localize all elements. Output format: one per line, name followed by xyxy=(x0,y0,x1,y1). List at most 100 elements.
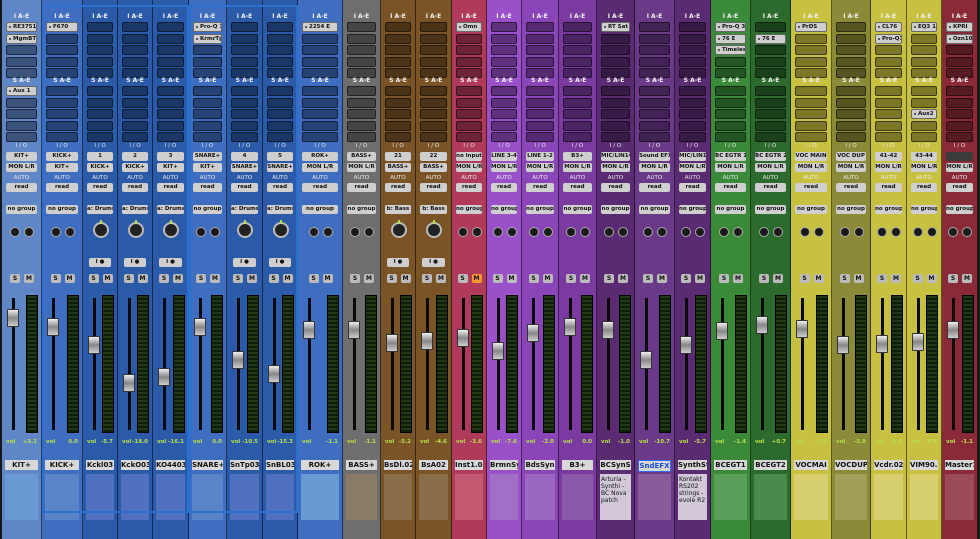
output-selector[interactable]: KIT+ xyxy=(157,163,184,172)
send-slot[interactable] xyxy=(755,86,786,96)
mute-button[interactable]: M xyxy=(891,274,901,283)
automation-mode[interactable]: read xyxy=(679,183,706,192)
pan-knob-right[interactable] xyxy=(657,227,667,237)
track-name[interactable]: BdsSyn xyxy=(525,460,555,470)
insert-slot[interactable] xyxy=(267,45,293,55)
group-selector[interactable]: no group xyxy=(347,205,376,214)
automation-mode[interactable]: read xyxy=(795,183,827,192)
insert-slot[interactable] xyxy=(231,45,258,55)
volume-fader[interactable] xyxy=(876,334,888,353)
input-selector[interactable]: 4 xyxy=(231,152,258,161)
insert-slot-filled[interactable]: F670 xyxy=(46,22,78,32)
automation-mode[interactable]: read xyxy=(563,183,592,192)
input-selector[interactable]: 41-42 xyxy=(875,152,902,161)
insert-slot[interactable] xyxy=(526,45,554,55)
output-selector[interactable]: MON L/R xyxy=(795,163,827,172)
send-slot[interactable] xyxy=(836,120,866,131)
send-slot[interactable] xyxy=(526,109,554,119)
send-slot[interactable] xyxy=(639,120,670,131)
send-slot[interactable] xyxy=(946,120,973,131)
mute-button[interactable]: M xyxy=(580,274,590,283)
automation-mode[interactable]: read xyxy=(601,183,630,192)
solo-button[interactable]: S xyxy=(10,274,20,283)
insert-slot[interactable] xyxy=(491,56,517,67)
input-selector[interactable]: MIC/LIN13 xyxy=(679,152,706,161)
automation-mode[interactable]: read xyxy=(231,183,258,192)
automation-mode[interactable]: read xyxy=(122,183,148,192)
pan-knob-left[interactable] xyxy=(528,227,539,237)
volume-fader[interactable] xyxy=(303,321,315,340)
send-slot[interactable] xyxy=(946,109,973,119)
send-slot[interactable] xyxy=(267,86,293,96)
send-slot[interactable] xyxy=(755,132,786,142)
send-slot[interactable] xyxy=(836,109,866,119)
solo-button[interactable]: S xyxy=(457,274,468,283)
pan-knob-left[interactable] xyxy=(457,227,468,237)
send-slot[interactable] xyxy=(755,109,786,119)
input-selector[interactable]: VOC MAIN xyxy=(795,152,827,161)
pan-knob-left[interactable] xyxy=(759,227,769,237)
output-selector[interactable]: KICK+ xyxy=(87,163,113,172)
send-slot[interactable] xyxy=(911,86,937,96)
automation-mode[interactable]: read xyxy=(456,183,482,192)
pan-knob[interactable] xyxy=(237,220,253,238)
track-name[interactable]: BsA02 xyxy=(419,460,448,470)
send-slot[interactable] xyxy=(46,109,78,119)
send-slot[interactable] xyxy=(420,97,447,108)
mute-button[interactable]: M xyxy=(733,274,743,283)
send-slot[interactable] xyxy=(46,97,78,108)
track-name[interactable]: B3+ xyxy=(562,460,593,470)
track-name[interactable]: SnTp03 xyxy=(230,460,259,470)
insert-slot[interactable] xyxy=(87,22,113,32)
output-selector[interactable]: MON L/R xyxy=(563,163,592,172)
solo-button[interactable]: S xyxy=(719,274,729,283)
send-slot[interactable] xyxy=(715,86,746,96)
send-slot[interactable] xyxy=(491,132,517,142)
insert-slot[interactable] xyxy=(231,56,258,67)
solo-button[interactable]: S xyxy=(308,274,319,283)
send-slot[interactable] xyxy=(639,109,670,119)
insert-slot[interactable] xyxy=(715,56,746,67)
pan-knob-right[interactable] xyxy=(580,227,590,237)
volume-fader[interactable] xyxy=(756,315,768,334)
volume-fader[interactable] xyxy=(7,308,19,327)
output-selector[interactable]: KIT+ xyxy=(46,163,78,172)
solo-button[interactable]: S xyxy=(566,274,576,283)
send-slot[interactable] xyxy=(122,97,148,108)
insert-slot-filled[interactable]: EQ3 1 xyxy=(911,22,937,32)
pan-knob-right[interactable] xyxy=(853,227,864,237)
insert-slot[interactable] xyxy=(157,22,184,32)
volume-fader[interactable] xyxy=(421,332,433,351)
group-selector[interactable]: no group xyxy=(946,205,973,214)
send-slot[interactable] xyxy=(601,109,630,119)
volume-fader[interactable] xyxy=(680,335,692,354)
insert-slot[interactable] xyxy=(679,56,706,67)
output-selector[interactable]: MON L/R xyxy=(836,163,866,172)
mute-button[interactable]: M xyxy=(813,274,824,283)
solo-button[interactable]: S xyxy=(681,274,691,283)
insert-slot[interactable] xyxy=(679,33,706,44)
solo-button[interactable]: S xyxy=(643,274,653,283)
pan-knob-right[interactable] xyxy=(210,227,220,237)
send-slot[interactable] xyxy=(157,120,184,131)
record-input-buttons[interactable]: I ● xyxy=(269,258,291,267)
insert-slot-filled[interactable]: RT Sat xyxy=(601,22,630,32)
mute-button[interactable]: M xyxy=(400,274,411,283)
insert-slot[interactable] xyxy=(193,56,222,67)
send-slot[interactable] xyxy=(157,97,184,108)
insert-slot-filled[interactable]: Pro-Q 3 xyxy=(715,22,746,32)
volume-fader[interactable] xyxy=(88,335,100,354)
pan-knob-left[interactable] xyxy=(196,227,206,237)
solo-button[interactable]: S xyxy=(268,274,279,283)
pan-knob[interactable] xyxy=(272,220,289,238)
insert-slot[interactable] xyxy=(347,22,376,32)
bus-send[interactable]: a: Drums xyxy=(157,205,184,214)
output-selector[interactable]: MON L/R xyxy=(347,163,376,172)
mute-button[interactable]: M xyxy=(137,274,148,283)
send-slot[interactable] xyxy=(836,97,866,108)
track-name[interactable]: Kckl03 xyxy=(86,460,114,470)
insert-slot-filled[interactable]: RE3751 xyxy=(6,22,37,32)
insert-slot[interactable] xyxy=(836,56,866,67)
insert-slot[interactable] xyxy=(347,56,376,67)
input-selector[interactable]: no input xyxy=(456,152,482,161)
